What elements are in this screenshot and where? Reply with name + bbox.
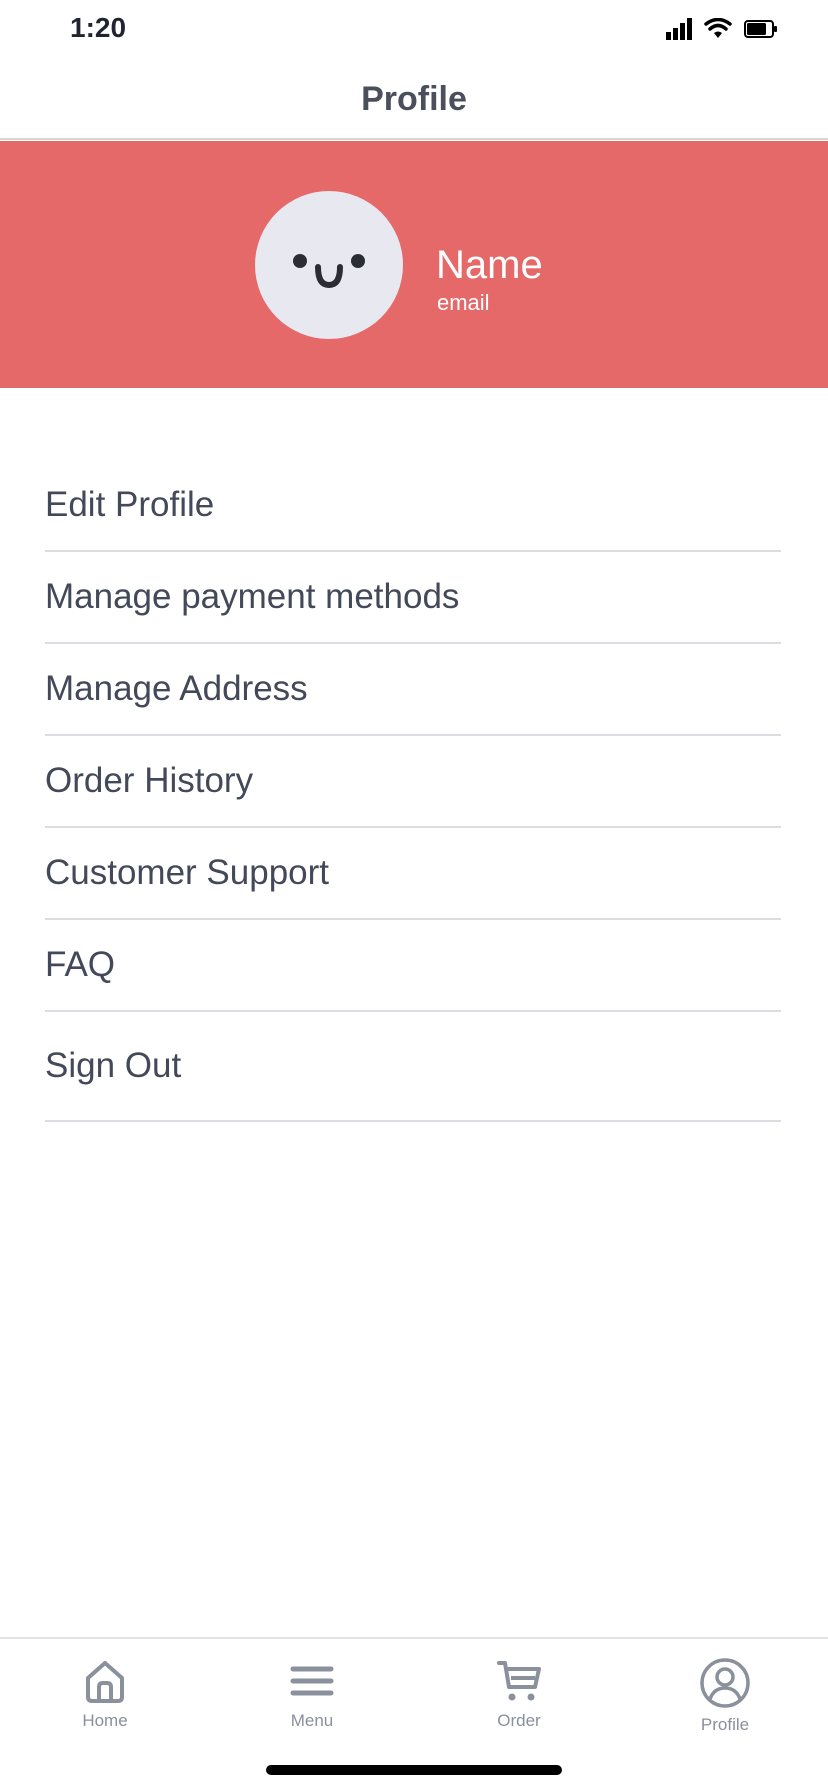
menu-item-label: FAQ	[45, 945, 116, 984]
wifi-icon	[704, 18, 732, 38]
home-icon	[86, 1661, 124, 1703]
cart-icon	[497, 1661, 541, 1701]
menu-item-label: Manage payment methods	[45, 577, 460, 616]
menu-item-label: Manage Address	[45, 669, 308, 708]
menu-item-label: Order History	[45, 761, 254, 800]
tab-home[interactable]: Home	[30, 1657, 180, 1731]
smiley-face-icon	[293, 254, 365, 289]
tab-label: Profile	[700, 1715, 750, 1734]
cellular-signal-icon	[666, 18, 692, 40]
tab-label: Home	[82, 1711, 128, 1730]
user-name: Name	[436, 243, 543, 287]
menu-item-order-history[interactable]: Order History	[45, 736, 781, 828]
tab-label: Menu	[290, 1711, 334, 1730]
avatar[interactable]	[255, 191, 403, 339]
user-email: email	[437, 290, 490, 315]
tab-profile[interactable]: Profile	[650, 1657, 800, 1735]
status-time: 1:20	[70, 12, 127, 43]
profile-screen: 1:20 Profile Name email Edit Profile Man…	[0, 0, 828, 1792]
menu-item-faq[interactable]: FAQ	[45, 920, 781, 1012]
profile-banner: Name email	[0, 141, 828, 388]
profile-menu: Edit Profile Manage payment methods Mana…	[45, 460, 781, 1122]
status-bar: 1:20	[0, 0, 828, 60]
menu-item-label: Customer Support	[45, 853, 330, 892]
tab-order[interactable]: Order	[444, 1657, 594, 1731]
menu-item-edit-profile[interactable]: Edit Profile	[45, 460, 781, 552]
home-indicator	[266, 1765, 562, 1775]
status-icons	[666, 18, 778, 40]
tab-menu[interactable]: Menu	[237, 1657, 387, 1731]
user-circle-icon	[700, 1658, 750, 1708]
menu-item-label: Edit Profile	[45, 485, 215, 524]
menu-item-manage-payment-methods[interactable]: Manage payment methods	[45, 552, 781, 644]
nav-header: Profile	[0, 60, 828, 140]
menu-item-manage-address[interactable]: Manage Address	[45, 644, 781, 736]
battery-icon	[744, 20, 777, 38]
page-title: Profile	[361, 79, 467, 118]
menu-item-label: Sign Out	[45, 1046, 182, 1085]
menu-item-customer-support[interactable]: Customer Support	[45, 828, 781, 920]
hamburger-menu-icon	[290, 1666, 334, 1696]
menu-item-sign-out[interactable]: Sign Out	[45, 1012, 781, 1122]
tab-label: Order	[497, 1711, 541, 1730]
